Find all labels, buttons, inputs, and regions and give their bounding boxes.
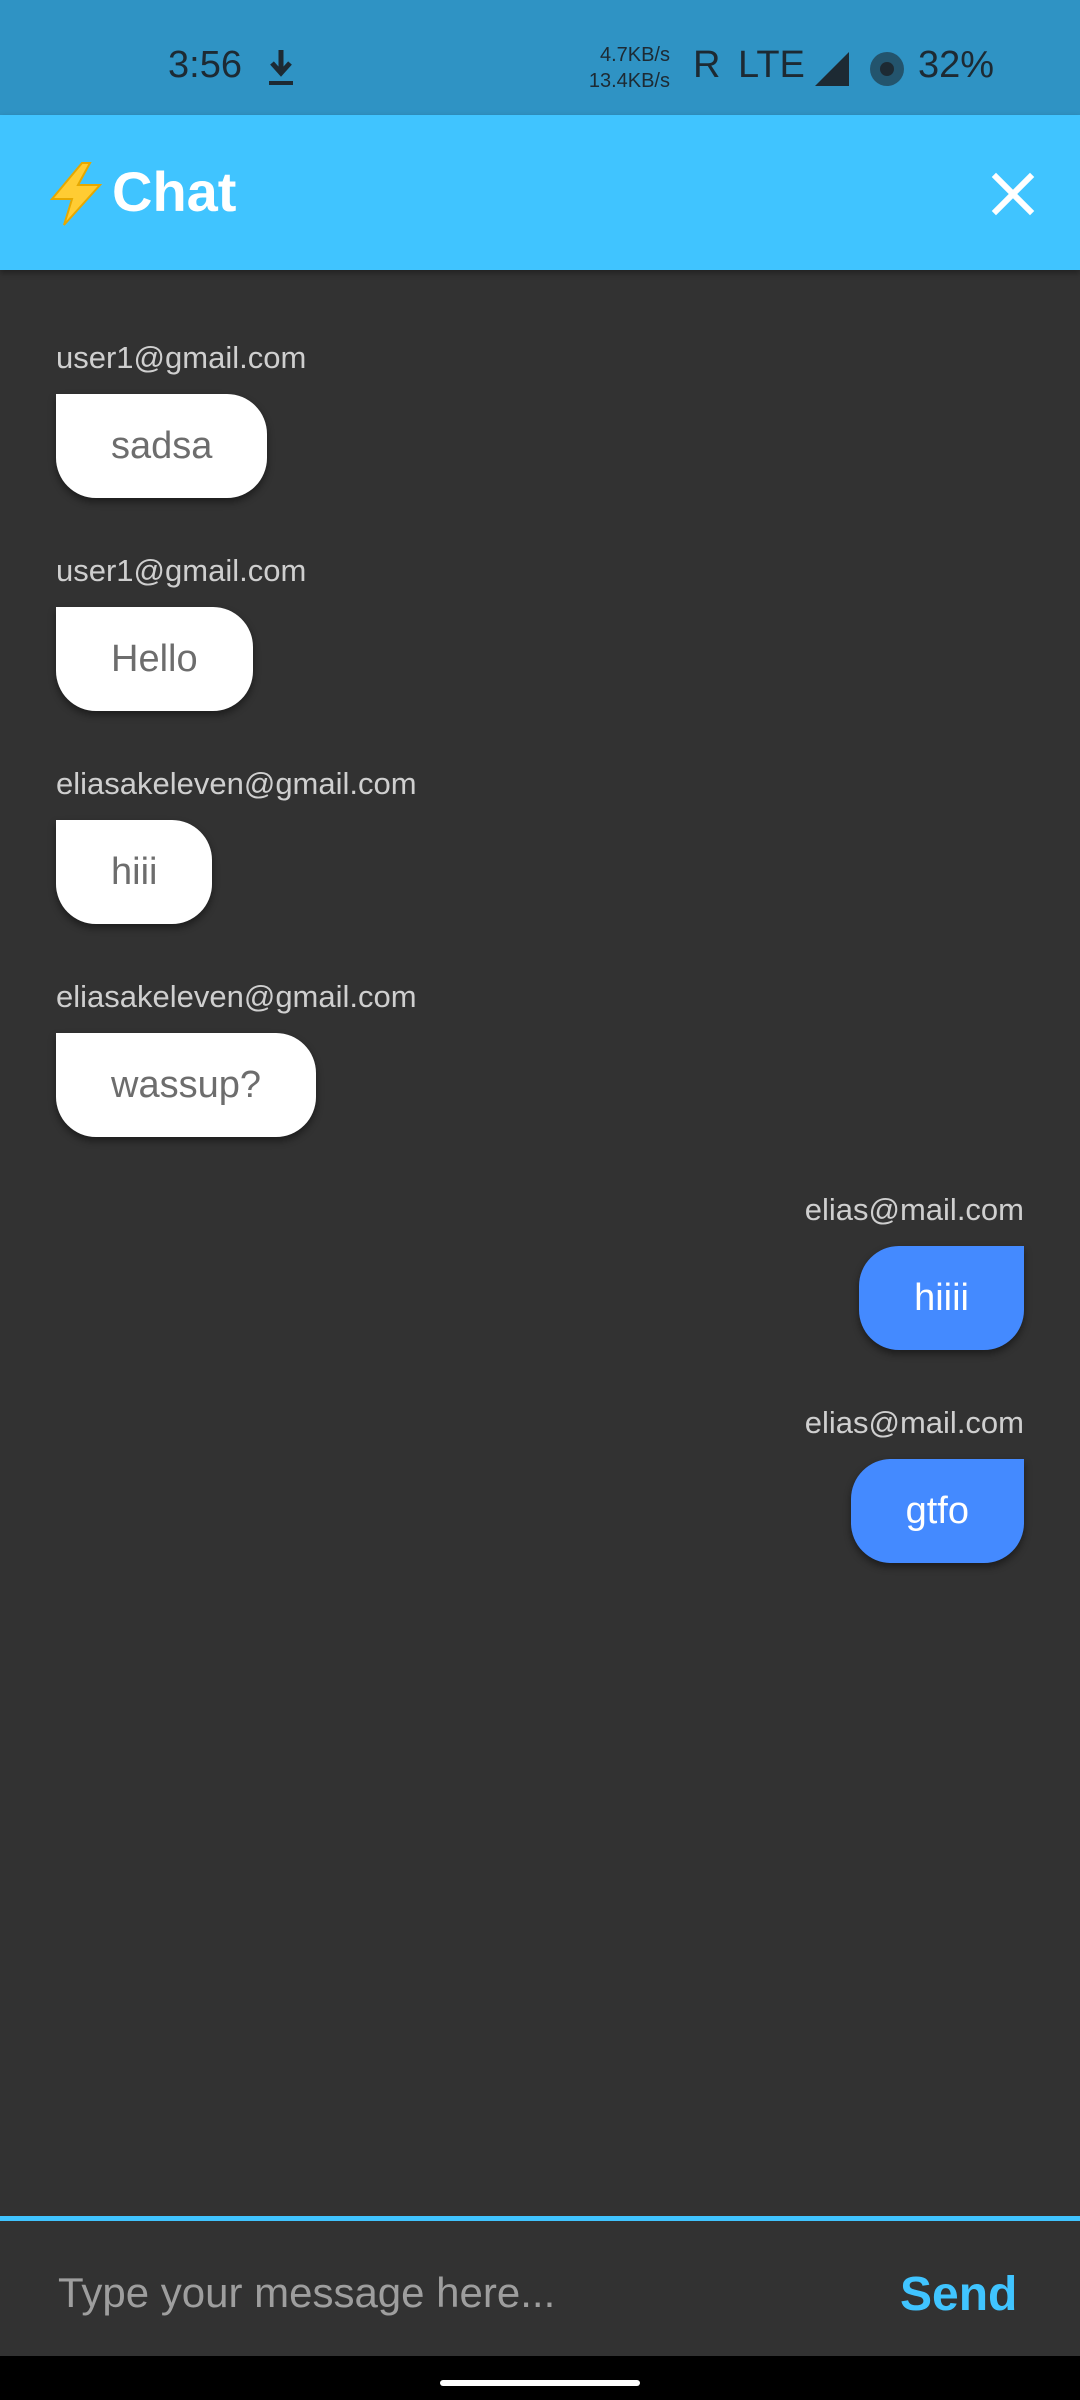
message-composer: Send — [0, 2216, 1080, 2361]
message-sender: elias@mail.com — [804, 1192, 1024, 1227]
message-item: elias@mail.com gtfo — [805, 1405, 1024, 1563]
message-bubble: hiiii — [859, 1246, 1024, 1350]
download-icon — [269, 50, 293, 85]
message-item: elias@mail.com hiiii — [805, 1192, 1024, 1350]
speed-up: 4.7KB/s — [599, 44, 670, 66]
message-bubble: Hello — [56, 607, 253, 711]
message-bubble: sadsa — [56, 394, 268, 498]
lightning-bolt-icon — [49, 162, 103, 226]
message-item: user1@gmail.com sadsa — [56, 340, 306, 498]
message-list[interactable]: user1@gmail.com sadsa user1@gmail.com He… — [0, 270, 1080, 2218]
status-time: 3:56 — [168, 44, 242, 86]
message-sender: user1@gmail.com — [56, 553, 307, 588]
message-bubble: wassup? — [56, 1033, 316, 1137]
message-bubble: hiii — [56, 820, 213, 924]
close-button[interactable] — [982, 163, 1044, 225]
network-type: LTE — [738, 44, 805, 86]
speed-down: 13.4KB/s — [588, 70, 670, 92]
status-bar: 3:56 4.7KB/s 13.4KB/s R LTE 32% — [0, 0, 1080, 115]
message-bubble: gtfo — [850, 1459, 1024, 1563]
app-bar: Chat — [0, 115, 1080, 270]
message-item: eliasakeleven@gmail.com wassup? — [56, 979, 417, 1137]
home-gesture-handle[interactable] — [440, 2380, 640, 2386]
message-item: eliasakeleven@gmail.com hiii — [56, 766, 417, 924]
message-input[interactable] — [56, 2247, 840, 2339]
page-title: Chat — [112, 160, 237, 223]
roaming-indicator: R — [693, 44, 721, 86]
message-sender: eliasakeleven@gmail.com — [56, 979, 417, 1014]
data-saver-icon — [870, 52, 904, 86]
message-item: user1@gmail.com Hello — [56, 553, 306, 711]
navigation-bar — [0, 2356, 1080, 2400]
message-sender: user1@gmail.com — [56, 340, 307, 375]
message-sender: eliasakeleven@gmail.com — [56, 766, 417, 801]
send-button[interactable]: Send — [900, 2267, 1017, 2322]
battery-level: 32% — [918, 44, 995, 86]
signal-icon — [815, 52, 849, 86]
message-sender: elias@mail.com — [804, 1405, 1024, 1440]
network-speed: 4.7KB/s 13.4KB/s — [588, 42, 670, 94]
